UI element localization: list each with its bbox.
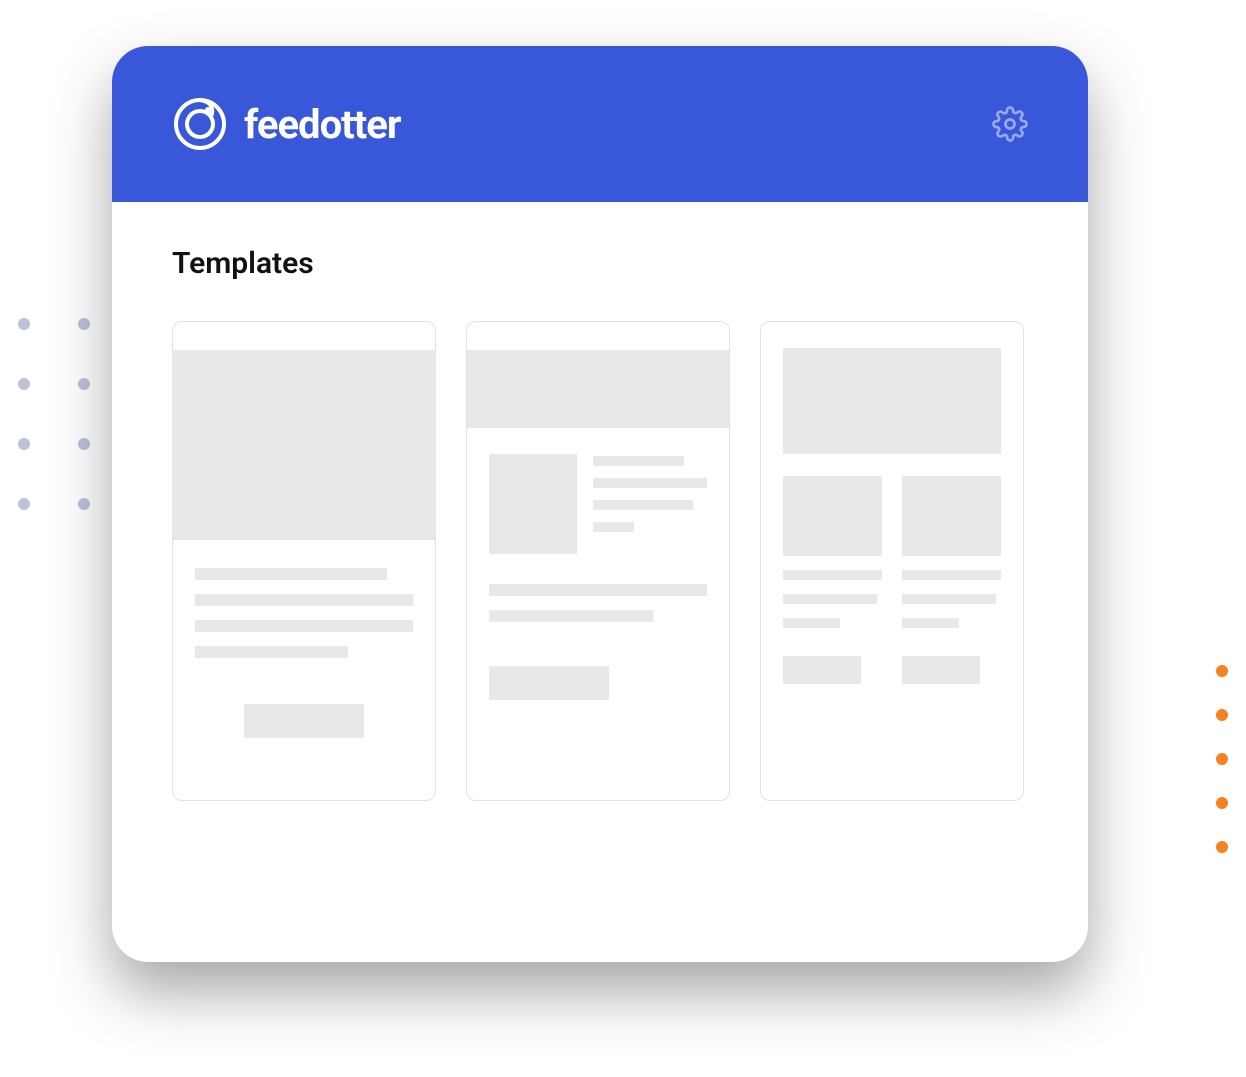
template-banner-placeholder xyxy=(467,350,729,428)
app-header: feedotter xyxy=(112,46,1088,202)
feedotter-logo-icon xyxy=(172,96,228,152)
template-card-1[interactable] xyxy=(172,321,436,801)
placeholder-line xyxy=(902,594,996,604)
placeholder-line xyxy=(783,570,882,580)
placeholder-button xyxy=(489,666,609,700)
placeholder-line xyxy=(489,610,653,622)
main-content: Templates xyxy=(112,202,1088,845)
placeholder-line xyxy=(593,522,634,532)
template-hero-placeholder xyxy=(173,350,435,540)
templates-grid xyxy=(172,321,1028,801)
placeholder-line xyxy=(902,618,959,628)
gear-icon[interactable] xyxy=(992,106,1028,142)
template-card-2[interactable] xyxy=(466,321,730,801)
placeholder-button xyxy=(902,656,980,684)
placeholder-line xyxy=(195,594,413,606)
placeholder-button xyxy=(244,704,364,738)
template-card-3[interactable] xyxy=(760,321,1024,801)
placeholder-line xyxy=(593,500,693,510)
placeholder-line xyxy=(593,456,684,466)
placeholder-image xyxy=(489,454,577,554)
decorative-dots-right xyxy=(1216,665,1228,853)
placeholder-line xyxy=(195,620,413,632)
placeholder-line xyxy=(195,646,348,658)
placeholder-image xyxy=(783,476,882,556)
brand-logo: feedotter xyxy=(172,96,400,152)
placeholder-line xyxy=(593,478,707,488)
placeholder-line xyxy=(902,570,1001,580)
placeholder-line xyxy=(195,568,387,580)
app-window: feedotter Templates xyxy=(112,46,1088,962)
placeholder-line xyxy=(783,594,877,604)
brand-name: feedotter xyxy=(244,101,400,148)
page-title: Templates xyxy=(172,246,1028,281)
placeholder-line xyxy=(489,584,707,596)
template-hero-placeholder xyxy=(783,348,1001,454)
placeholder-line xyxy=(783,618,840,628)
placeholder-button xyxy=(783,656,861,684)
placeholder-image xyxy=(902,476,1001,556)
